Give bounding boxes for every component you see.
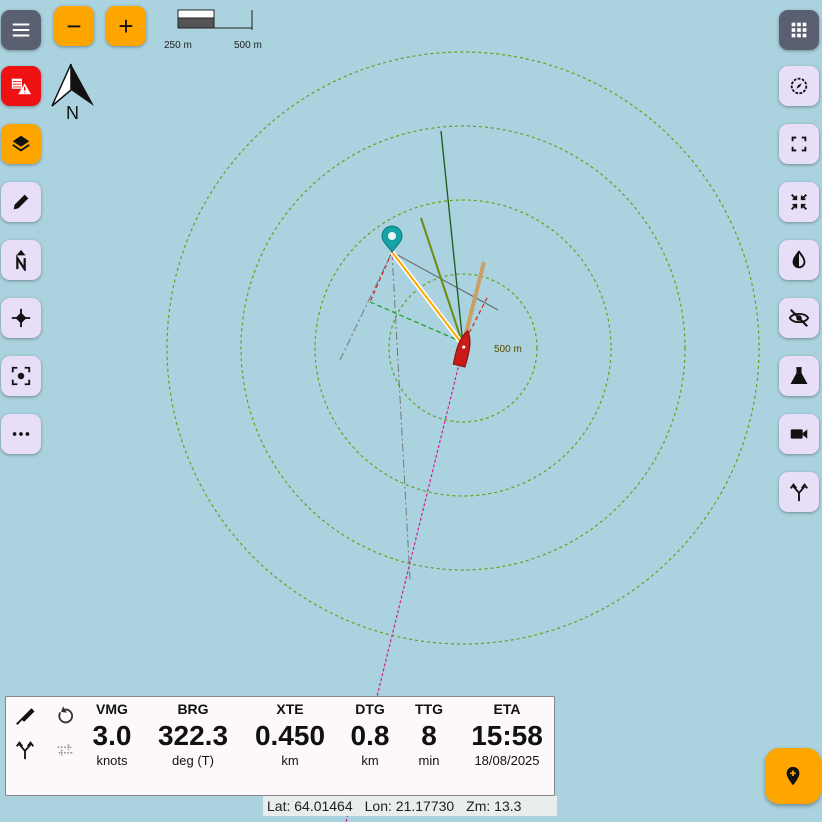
zoom-in-label: + (118, 11, 134, 41)
eta-unit: 18/08/2025 (474, 753, 540, 768)
brg-unit: deg (T) (172, 753, 214, 768)
laylines-line (339, 251, 393, 361)
dtg-value: 0.8 (350, 720, 390, 751)
add-location-icon (786, 766, 800, 786)
warnings-button[interactable] (1, 66, 41, 106)
vmg-column: VMG 3.0 knots (86, 701, 138, 769)
scale-label-500: 500 m (234, 40, 262, 51)
ttg-value: 8 (421, 720, 437, 751)
grid-icon (791, 22, 807, 38)
center-button[interactable] (1, 356, 41, 396)
north-label: N (66, 103, 79, 123)
lab-button[interactable] (779, 356, 819, 396)
restart-button[interactable] (52, 703, 78, 729)
contrast-icon (792, 250, 806, 269)
menu-button[interactable] (1, 10, 41, 50)
brg-value: 322.3 (157, 720, 229, 751)
north-up-icon (16, 249, 26, 271)
route-icon (11, 308, 31, 328)
dtg-label: DTG (355, 701, 385, 717)
fork-button[interactable] (779, 472, 819, 512)
xte-label: XTE (276, 701, 304, 717)
fullscreen-icon (791, 136, 807, 152)
xte-value: 0.450 (254, 720, 326, 751)
range-ring-label: 500 m (494, 344, 522, 355)
chart-warning-icon (11, 78, 32, 95)
eye-off-icon (788, 309, 810, 327)
fork-icon (16, 741, 34, 760)
compass-icon (790, 77, 808, 95)
compass-button[interactable] (779, 66, 819, 106)
collapse-icon (791, 194, 807, 210)
ttg-label: TTG (415, 701, 443, 717)
route-button[interactable] (1, 298, 41, 338)
red-dash-line-a (369, 251, 393, 303)
more-horizontal-icon (12, 432, 30, 436)
hamburger-icon (12, 23, 30, 37)
layers-icon (12, 135, 30, 152)
restart-icon (58, 706, 74, 724)
navigation-panel: VMG 3.0 knots BRG 322.3 deg (T) XTE 0.45… (5, 696, 555, 796)
hide-button[interactable] (779, 298, 819, 338)
xte-unit: km (281, 753, 299, 768)
vmg-label: VMG (96, 701, 128, 717)
fork-route-button[interactable] (12, 737, 38, 763)
zoom-in-button[interactable]: + (106, 6, 146, 46)
pencil-icon (13, 194, 29, 210)
longitude-readout: Lon: 21.17730 (364, 798, 455, 814)
eta-column: ETA 15:58 18/08/2025 (464, 701, 550, 769)
apps-button[interactable] (779, 10, 819, 50)
flask-icon (790, 367, 808, 385)
layers-button[interactable] (1, 124, 41, 164)
vmg-value: 3.0 (92, 720, 132, 751)
dtg-column: DTG 0.8 km (344, 701, 396, 769)
edit-button[interactable] (1, 182, 41, 222)
contrast-button[interactable] (779, 240, 819, 280)
videocam-icon (790, 429, 808, 439)
vmg-unit: knots (96, 753, 128, 768)
fullscreen-button[interactable] (779, 124, 819, 164)
add-waypoint-button[interactable] (765, 748, 821, 804)
route-edit-button[interactable] (12, 703, 38, 729)
eta-value: 15:58 (471, 720, 543, 751)
reverse-route-button[interactable] (52, 737, 78, 763)
video-button[interactable] (779, 414, 819, 454)
coordinates-status-bar: Lat: 64.01464 Lon: 21.17730 Zm: 13.3 (263, 796, 557, 816)
zoom-out-button[interactable]: − (54, 6, 94, 46)
latitude-readout: Lat: 64.01464 (267, 798, 353, 814)
ttg-unit: min (418, 753, 440, 768)
waypoint-marker-icon[interactable] (381, 225, 403, 253)
bearing-grey-line (391, 251, 499, 311)
collapse-button[interactable] (779, 182, 819, 222)
fork-icon (790, 483, 808, 502)
more-button[interactable] (1, 414, 41, 454)
zoom-readout: Zm: 13.3 (466, 798, 522, 814)
scale-label-250: 250 m (164, 40, 192, 51)
eta-label: ETA (493, 701, 521, 717)
swap-arrows-icon (57, 743, 73, 757)
cross-track-line (391, 251, 411, 581)
route-edit-icon (16, 708, 35, 725)
dtg-unit: km (361, 753, 379, 768)
center-focus-icon (11, 366, 31, 386)
zoom-out-label: − (66, 11, 82, 41)
brg-label: BRG (177, 701, 209, 717)
xte-column: XTE 0.450 km (250, 701, 330, 769)
ttg-column: TTG 8 min (406, 701, 452, 769)
north-up-button[interactable] (1, 240, 41, 280)
route-leg (391, 251, 464, 346)
brg-column: BRG 322.3 deg (T) (152, 701, 234, 769)
